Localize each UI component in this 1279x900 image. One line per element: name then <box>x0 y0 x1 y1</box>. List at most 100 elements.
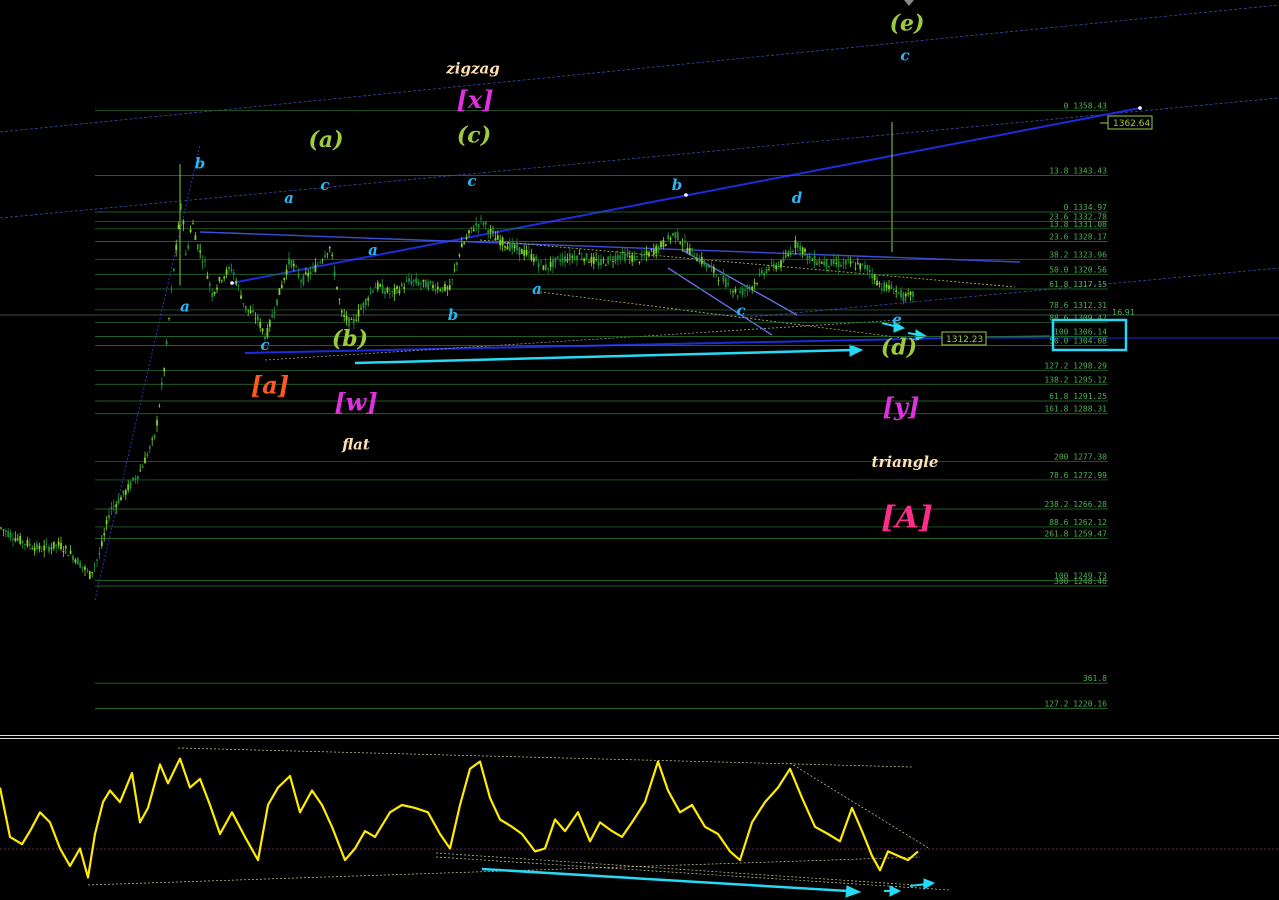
candle-body <box>501 237 504 246</box>
candle-body <box>158 405 161 407</box>
candle-body <box>811 260 814 262</box>
candle-body <box>837 260 840 267</box>
candle-body <box>333 271 336 277</box>
candle-body <box>52 541 55 549</box>
candle-body <box>249 310 252 314</box>
candle-body <box>640 253 643 257</box>
candle-body <box>261 328 264 332</box>
wave-label: a <box>180 297 190 315</box>
candle-body <box>386 287 389 293</box>
candle-body <box>571 256 574 258</box>
candle-body <box>520 249 523 254</box>
price-tag-line-text: 1362.64 <box>1113 119 1150 129</box>
candle-body <box>134 478 137 481</box>
candle-body <box>144 457 146 464</box>
candle-body <box>888 285 890 290</box>
candle-body <box>326 253 329 255</box>
candle-body <box>556 256 559 259</box>
candle-body <box>2 529 5 531</box>
candle-body <box>393 288 396 295</box>
candle-body <box>880 288 883 290</box>
candle-body <box>883 282 886 292</box>
candle-body <box>566 258 569 262</box>
anchor-point[interactable] <box>1138 106 1142 110</box>
candle-body <box>504 246 506 248</box>
candle-body <box>208 283 211 286</box>
candle-body <box>21 541 24 544</box>
wave-label: b <box>672 176 683 194</box>
candle-body <box>307 272 310 277</box>
fib-level-label: 300 1248.46 <box>1054 577 1107 586</box>
fib-levels: 0 1358.4313.8 1343.430 1334.9723.6 1332.… <box>95 102 1108 709</box>
candle-body <box>367 298 370 301</box>
fib-level-label: 138.2 1295.12 <box>1044 375 1107 384</box>
candle-body <box>16 538 19 540</box>
candle-body <box>595 258 598 261</box>
anchor-point[interactable] <box>230 281 234 285</box>
candle-body <box>535 256 538 261</box>
candle-body <box>741 288 744 295</box>
candle-body <box>43 545 46 551</box>
candle-body <box>172 268 175 271</box>
anchor-point[interactable] <box>684 193 688 197</box>
candle-body <box>672 233 674 235</box>
candle-body <box>391 291 394 293</box>
candle-body <box>316 264 319 266</box>
candle-body <box>472 229 475 232</box>
candle-body <box>165 340 168 345</box>
candle-body <box>698 258 701 263</box>
candle-body <box>897 292 900 293</box>
candle-body <box>861 263 864 265</box>
candle-body <box>547 268 550 270</box>
candle-body <box>57 541 60 546</box>
candle-body <box>840 264 842 267</box>
candle-body <box>276 299 278 306</box>
candle-body <box>434 288 437 291</box>
candle-body <box>120 497 122 501</box>
candle-body <box>360 308 362 310</box>
osc-channel-decline <box>789 762 931 850</box>
candle-body <box>460 243 463 248</box>
candle-body <box>578 253 581 255</box>
candle-body <box>187 245 190 249</box>
wave-label: e <box>892 310 902 328</box>
candle-body <box>28 543 31 546</box>
fib-level-label: 23.6 1328.17 <box>1049 232 1107 241</box>
candle-body <box>148 446 151 449</box>
candle-body <box>324 255 326 258</box>
candle-body <box>432 284 434 289</box>
candle-body <box>168 318 170 319</box>
wave-label: flat <box>341 436 370 454</box>
candle-body <box>801 247 804 254</box>
candle-body <box>844 260 847 265</box>
candle-body <box>885 284 888 288</box>
candle-body <box>223 276 226 279</box>
candle-body <box>780 260 782 268</box>
candle-body <box>511 242 514 249</box>
candle-body <box>475 223 478 226</box>
candle-body <box>868 270 871 273</box>
candle-body <box>100 541 103 547</box>
candle-body <box>818 260 821 264</box>
candle-body <box>806 254 809 260</box>
candle-body <box>81 566 84 568</box>
candle-body <box>127 484 130 491</box>
oscillator-line <box>0 757 919 879</box>
candle-body <box>84 566 86 570</box>
osc-channel-lines <box>87 747 951 891</box>
candle-body <box>876 280 878 286</box>
fib-level-label: 50.0 1304.08 <box>1049 337 1107 346</box>
candle-body <box>60 542 62 550</box>
candle-body <box>396 286 398 289</box>
wave-label: [x] <box>456 85 493 114</box>
candle-body <box>55 544 58 547</box>
candle-body <box>336 286 338 290</box>
candle-body <box>492 231 494 233</box>
arrow-head <box>845 885 862 898</box>
candle-body <box>856 262 859 265</box>
candle-body <box>280 284 283 289</box>
candle-body <box>381 284 384 294</box>
candle-body <box>775 266 778 270</box>
candle-body <box>403 287 406 289</box>
candle-body <box>156 419 158 426</box>
